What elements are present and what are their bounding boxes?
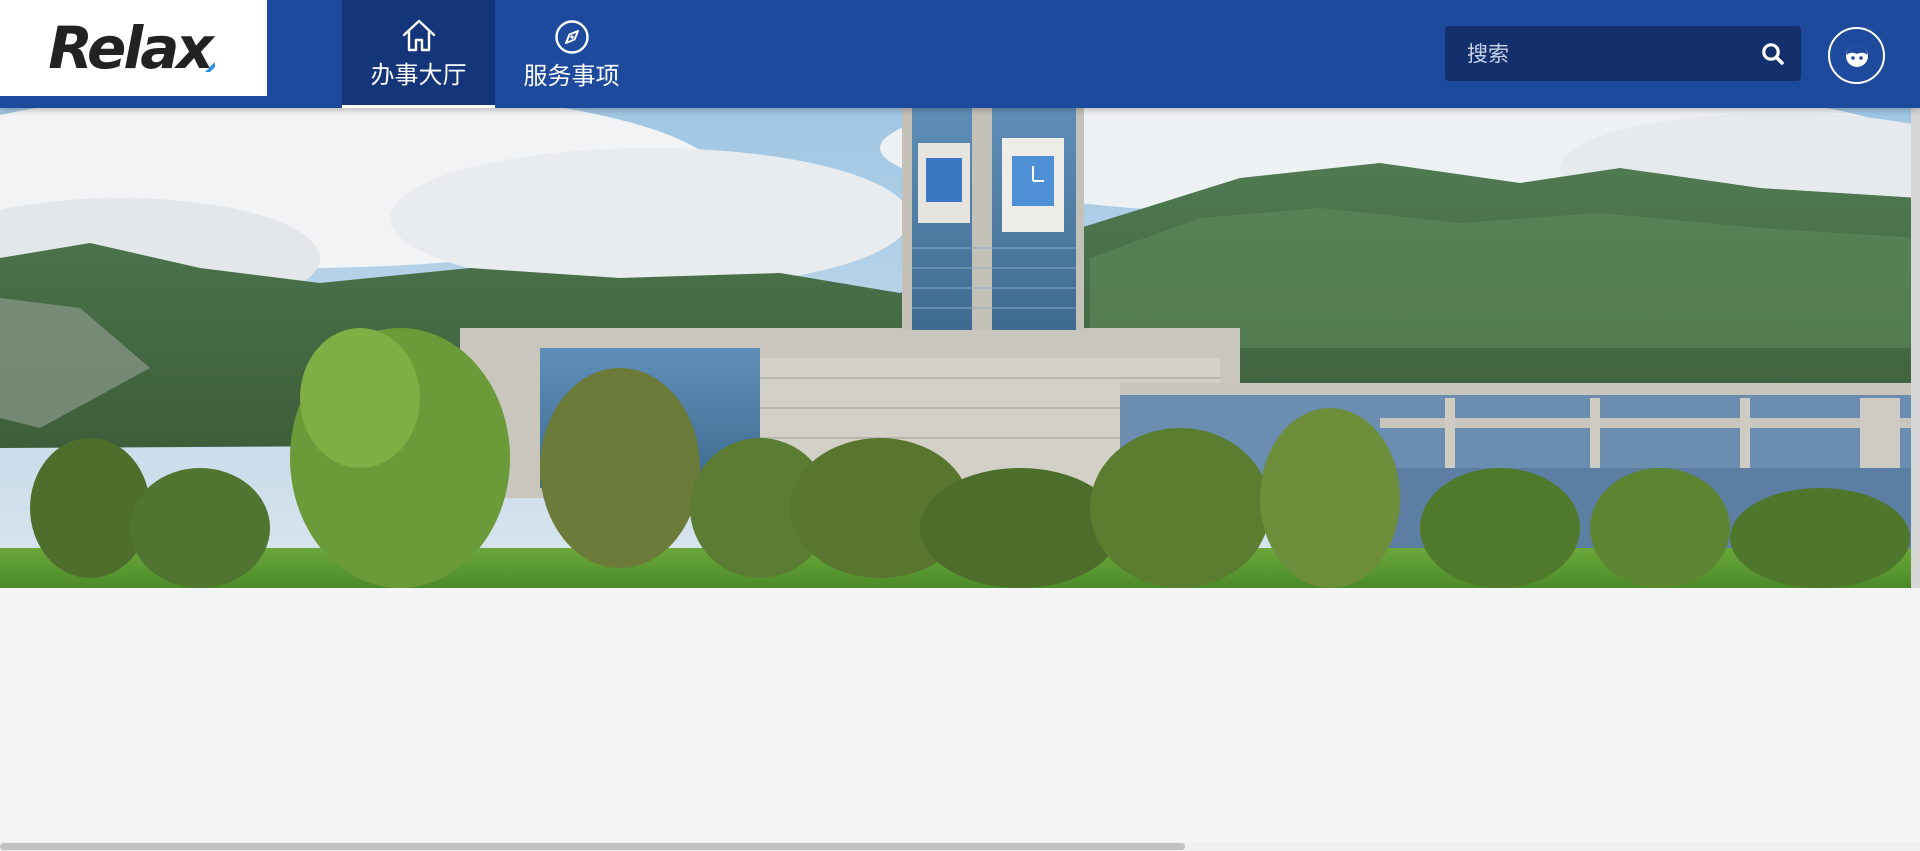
nav-label-service-hall: 办事大厅	[370, 60, 467, 89]
user-avatar-icon	[1845, 44, 1868, 67]
top-navigation-bar: Relax 办事大厅 服务事项	[0, 0, 1920, 108]
nav-item-service-hall[interactable]: 办事大厅	[342, 0, 495, 108]
page-content-area	[0, 588, 1920, 851]
search-input[interactable]	[1445, 26, 1745, 81]
home-icon	[402, 19, 435, 51]
nav-label-service-items: 服务事项	[523, 62, 620, 90]
search-icon	[1762, 42, 1784, 65]
horizontal-scrollbar-thumb[interactable]	[0, 843, 1185, 850]
search-box	[1445, 26, 1801, 81]
logo[interactable]: Relax	[0, 0, 267, 96]
vertical-scrollbar[interactable]	[1911, 108, 1920, 588]
user-avatar-button[interactable]	[1828, 27, 1885, 84]
horizontal-scrollbar[interactable]	[0, 842, 1920, 851]
nav-item-service-items[interactable]: 服务事项	[495, 0, 648, 108]
compass-icon	[554, 20, 589, 54]
logo-accent-mark	[204, 62, 215, 72]
hero-banner	[0, 108, 1920, 588]
search-button[interactable]	[1745, 26, 1801, 81]
banner-photo	[0, 108, 1920, 588]
logo-text: Relax	[48, 14, 219, 82]
main-nav: 办事大厅 服务事项	[342, 0, 648, 108]
